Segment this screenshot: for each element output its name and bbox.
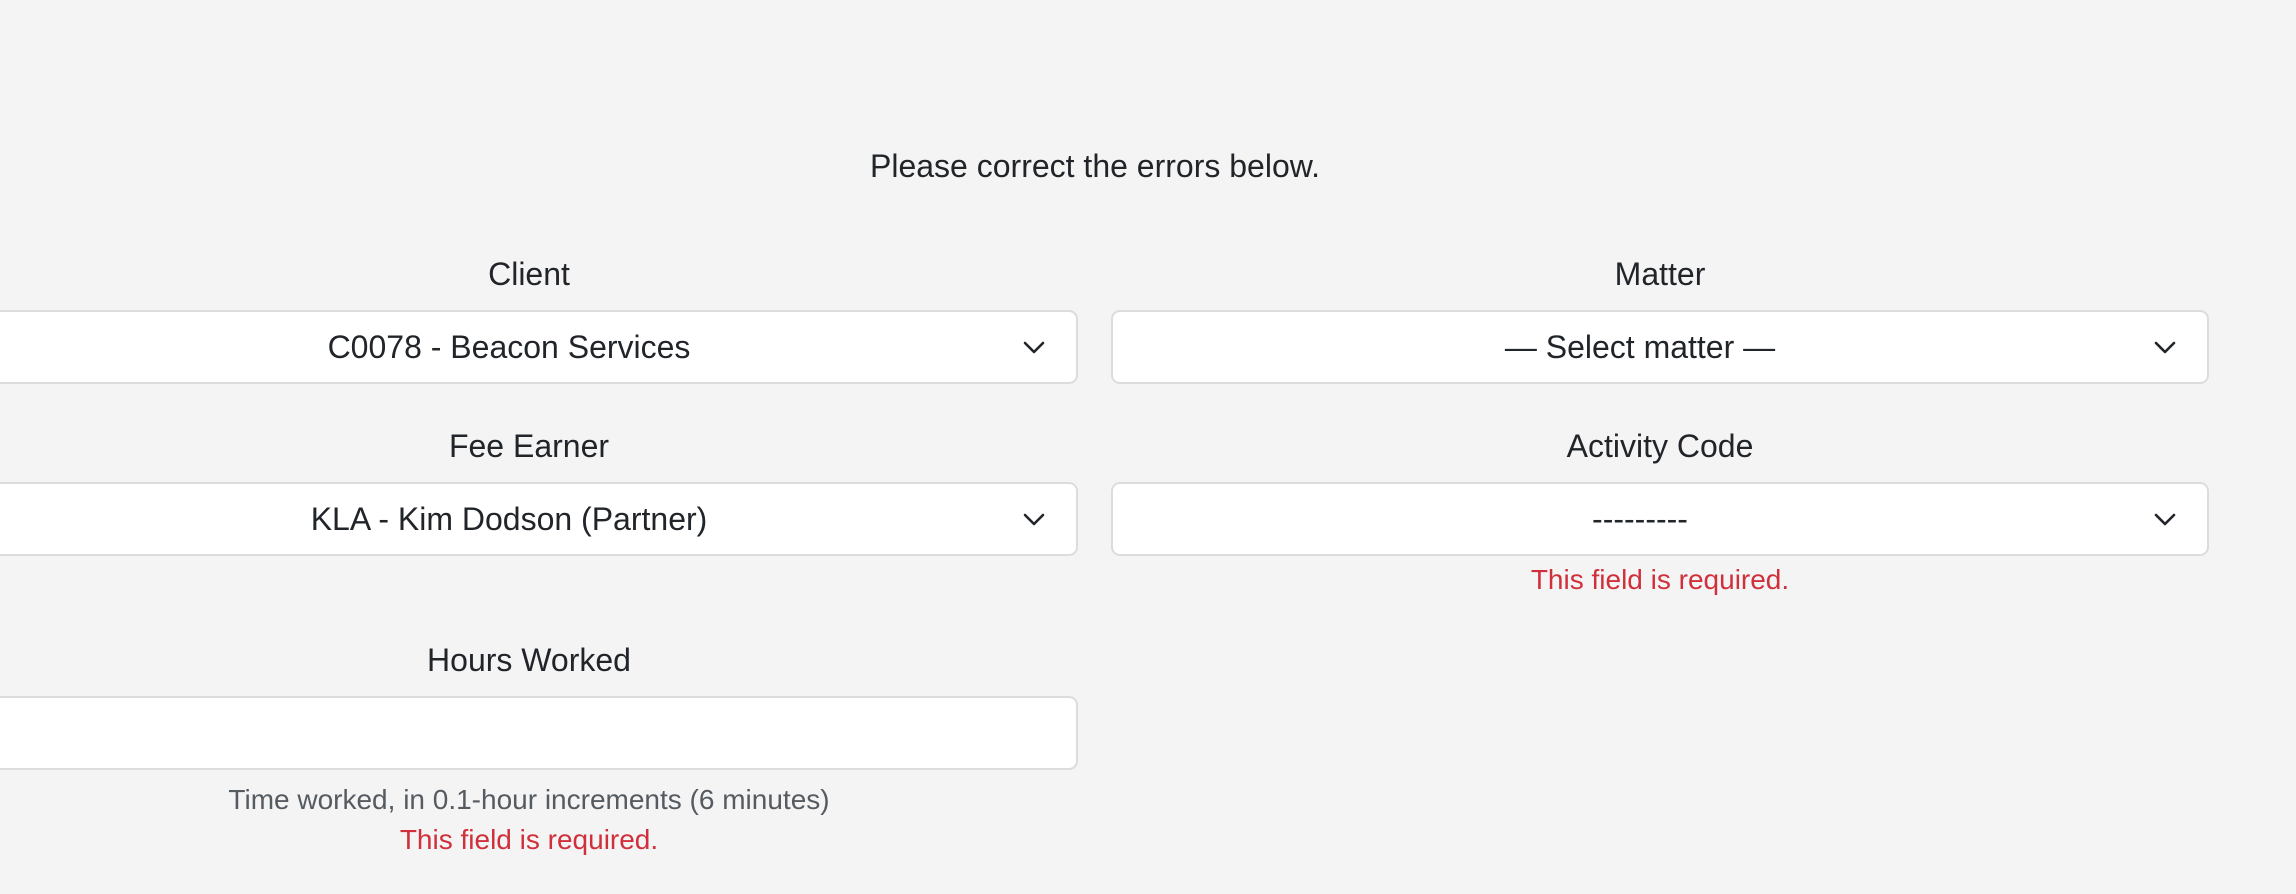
- chevron-down-icon: [1023, 341, 1045, 354]
- activity-code-error: This field is required.: [1530, 564, 1790, 595]
- activity-code-label: Activity Code: [1566, 428, 1754, 464]
- matter-select[interactable]: — Select matter —: [1111, 310, 2209, 384]
- activity-code-field: Activity Code --------- This field is re…: [1111, 424, 2209, 600]
- fee-earner-select[interactable]: KLA - Kim Dodson (Partner): [0, 482, 1078, 556]
- hours-worked-field: Hours Worked Time worked, in 0.1-hour in…: [0, 638, 1078, 860]
- fee-earner-field: Fee Earner KLA - Kim Dodson (Partner): [0, 424, 1078, 556]
- matter-field: Matter — Select matter —: [1111, 252, 2209, 384]
- activity-code-select[interactable]: ---------: [1111, 482, 2209, 556]
- fee-earner-label: Fee Earner: [448, 428, 610, 464]
- chevron-down-icon: [2154, 341, 2176, 354]
- matter-select-value: — Select matter —: [1504, 329, 1776, 365]
- chevron-down-icon: [1023, 513, 1045, 526]
- fee-earner-select-value: KLA - Kim Dodson (Partner): [310, 501, 708, 537]
- client-select[interactable]: C0078 - Beacon Services: [0, 310, 1078, 384]
- error-summary: Please correct the errors below.: [870, 148, 1320, 184]
- chevron-down-icon: [2154, 513, 2176, 526]
- client-field: Client C0078 - Beacon Services: [0, 252, 1078, 384]
- hours-worked-error: This field is required.: [399, 824, 659, 855]
- hours-worked-help: Time worked, in 0.1-hour increments (6 m…: [228, 784, 830, 815]
- hours-worked-label: Hours Worked: [427, 642, 631, 678]
- activity-code-select-value: ---------: [1592, 501, 1688, 537]
- client-select-value: C0078 - Beacon Services: [327, 329, 691, 365]
- matter-label: Matter: [1614, 256, 1706, 292]
- client-label: Client: [488, 256, 570, 292]
- hours-worked-input[interactable]: [0, 696, 1078, 770]
